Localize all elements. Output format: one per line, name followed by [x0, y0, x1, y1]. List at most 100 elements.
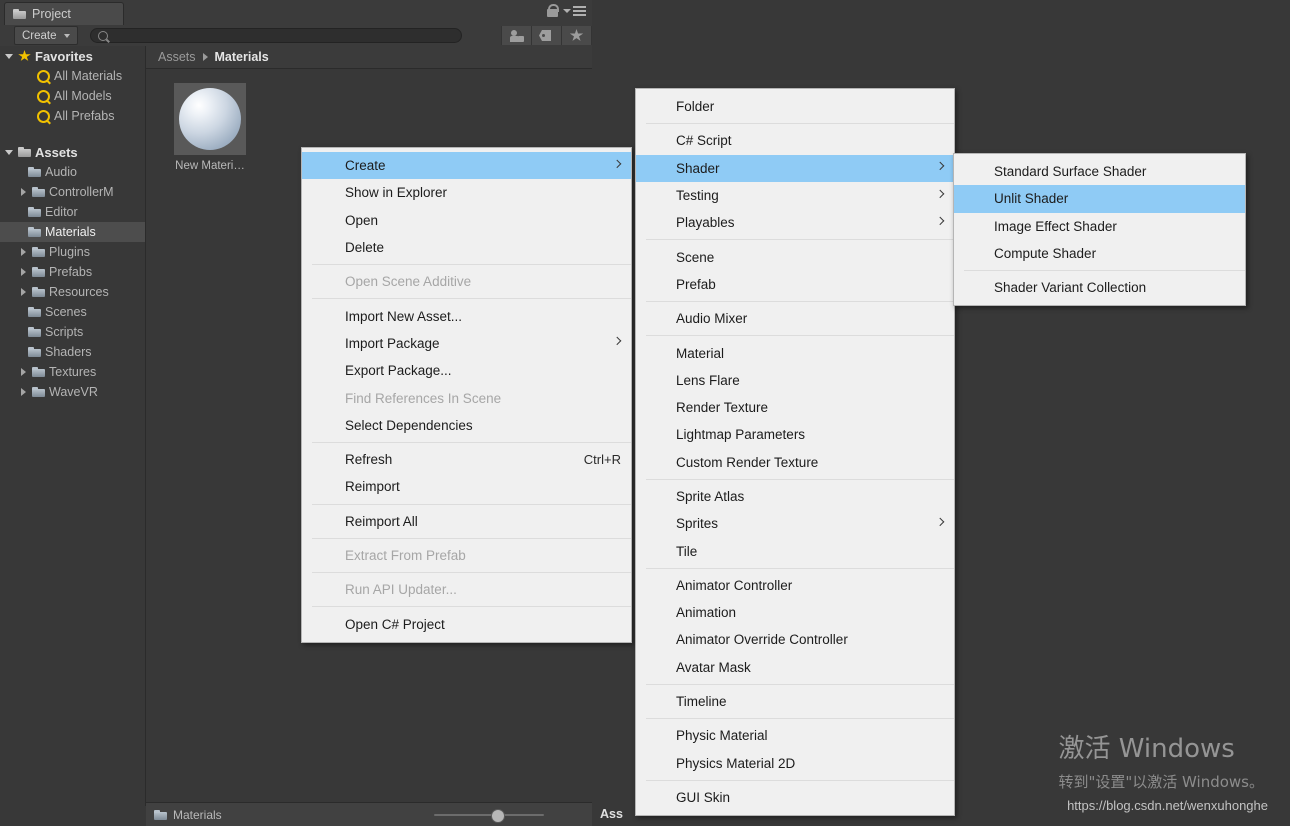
menu-item-delete[interactable]: Delete — [302, 234, 631, 261]
menu-item-image-effect-shader[interactable]: Image Effect Shader — [954, 213, 1245, 240]
context-menu-asset[interactable]: Create Show in Explorer Open Delete Open… — [301, 147, 632, 643]
menu-item-import-new-asset[interactable]: Import New Asset... — [302, 302, 631, 329]
tree-item-shaders[interactable]: Shaders — [0, 342, 145, 362]
chevron-right-icon[interactable] — [18, 368, 28, 376]
search-field[interactable] — [89, 28, 462, 43]
menu-item-animator-controller[interactable]: Animator Controller — [636, 572, 954, 599]
menu-item-physics-material-2d[interactable]: Physics Material 2D — [636, 750, 954, 777]
menu-item-sprite-atlas[interactable]: Sprite Atlas — [636, 483, 954, 510]
menu-item-sprites[interactable]: Sprites — [636, 510, 954, 537]
menu-item-animator-override-controller[interactable]: Animator Override Controller — [636, 626, 954, 653]
tree-item-label: Shaders — [45, 345, 92, 359]
menu-item-create[interactable]: Create — [302, 152, 631, 180]
tree-item-wavevr[interactable]: WaveVR — [0, 382, 145, 402]
tree-item-textures[interactable]: Textures — [0, 362, 145, 382]
menu-item-refresh[interactable]: Refresh Ctrl+R — [302, 446, 631, 473]
menu-item-physic-material[interactable]: Physic Material — [636, 722, 954, 749]
watermark-title: 激活 Windows — [1058, 734, 1235, 764]
tab-project-label: Project — [32, 7, 71, 21]
chevron-right-icon[interactable] — [18, 188, 28, 196]
menu-item-csharp-script[interactable]: C# Script — [636, 127, 954, 154]
filter-by-type-button[interactable] — [501, 26, 531, 45]
asset-thumbnail[interactable] — [174, 83, 246, 155]
menu-separator — [312, 537, 631, 539]
slider-knob[interactable] — [491, 809, 505, 823]
menu-item-compute-shader[interactable]: Compute Shader — [954, 240, 1245, 267]
menu-item-select-dependencies[interactable]: Select Dependencies — [302, 412, 631, 439]
breadcrumb: Assets Materials — [146, 46, 592, 69]
tree-group-assets[interactable]: Assets — [0, 142, 145, 162]
filter-by-label-button[interactable] — [531, 26, 561, 45]
menu-item-tile[interactable]: Tile — [636, 537, 954, 564]
tree-item-label: All Models — [54, 89, 112, 103]
menu-item-avatar-mask[interactable]: Avatar Mask — [636, 654, 954, 681]
menu-item-shader-variant-collection[interactable]: Shader Variant Collection — [954, 274, 1245, 301]
menu-item-export-package[interactable]: Export Package... — [302, 357, 631, 384]
thumbnail-size-slider[interactable] — [434, 809, 544, 823]
tree-item-all-materials[interactable]: All Materials — [0, 66, 145, 86]
tree-item-all-prefabs[interactable]: All Prefabs — [0, 106, 145, 126]
menu-separator — [312, 572, 631, 574]
menu-item-import-package[interactable]: Import Package — [302, 330, 631, 357]
asset-item-new-material[interactable]: New Materi… — [170, 83, 250, 172]
menu-item-animation[interactable]: Animation — [636, 599, 954, 626]
menu-item-custom-render-texture[interactable]: Custom Render Texture — [636, 449, 954, 476]
tree-item-plugins[interactable]: Plugins — [0, 242, 145, 262]
tree-item-all-models[interactable]: All Models — [0, 86, 145, 106]
chevron-right-icon[interactable] — [18, 388, 28, 396]
menu-item-lightmap-parameters[interactable]: Lightmap Parameters — [636, 421, 954, 448]
menu-separator — [964, 270, 1245, 272]
chevron-down-icon[interactable] — [4, 53, 14, 59]
tree-item-scenes[interactable]: Scenes — [0, 302, 145, 322]
submenu-shader[interactable]: Standard Surface Shader Unlit Shader Ima… — [953, 153, 1246, 307]
menu-item-find-references-in-scene: Find References In Scene — [302, 384, 631, 411]
tree-group-favorites[interactable]: Favorites — [0, 46, 145, 66]
menu-item-timeline[interactable]: Timeline — [636, 688, 954, 715]
menu-item-show-in-explorer[interactable]: Show in Explorer — [302, 179, 631, 206]
menu-item-prefab[interactable]: Prefab — [636, 271, 954, 298]
star-favorite-icon — [569, 29, 584, 41]
menu-item-lens-flare[interactable]: Lens Flare — [636, 367, 954, 394]
tree-item-audio[interactable]: Audio — [0, 162, 145, 182]
tree-item-materials[interactable]: Materials — [0, 222, 145, 242]
menu-item-folder[interactable]: Folder — [636, 93, 954, 120]
menu-item-open-csharp-project[interactable]: Open C# Project — [302, 610, 631, 637]
tab-project[interactable]: Project — [4, 2, 124, 25]
menu-item-reimport-all[interactable]: Reimport All — [302, 508, 631, 535]
breadcrumb-root[interactable]: Assets — [158, 50, 196, 64]
menu-item-reimport[interactable]: Reimport — [302, 473, 631, 500]
tree-item-prefabs[interactable]: Prefabs — [0, 262, 145, 282]
menu-item-scene[interactable]: Scene — [636, 243, 954, 270]
chevron-right-icon[interactable] — [18, 268, 28, 276]
menu-item-open[interactable]: Open — [302, 207, 631, 234]
lock-icon[interactable] — [547, 4, 559, 17]
menu-item-label: Prefab — [676, 276, 716, 292]
tree-item-editor[interactable]: Editor — [0, 202, 145, 222]
menu-separator — [646, 239, 954, 241]
tree-item-controllerm[interactable]: ControllerM — [0, 182, 145, 202]
project-tree[interactable]: Favorites All Materials All Models All P… — [0, 46, 146, 806]
chevron-right-icon[interactable] — [18, 288, 28, 296]
menu-item-gui-skin[interactable]: GUI Skin — [636, 784, 954, 811]
folder-icon — [28, 327, 41, 337]
menu-item-standard-surface-shader[interactable]: Standard Surface Shader — [954, 158, 1245, 185]
chevron-down-icon[interactable] — [4, 149, 14, 155]
menu-item-render-texture[interactable]: Render Texture — [636, 394, 954, 421]
menu-item-unlit-shader[interactable]: Unlit Shader — [954, 185, 1245, 213]
create-button[interactable]: Create — [14, 26, 78, 45]
chevron-right-icon[interactable] — [18, 248, 28, 256]
tree-item-resources[interactable]: Resources — [0, 282, 145, 302]
menu-item-audio-mixer[interactable]: Audio Mixer — [636, 305, 954, 332]
menu-item-playables[interactable]: Playables — [636, 209, 954, 236]
submenu-create[interactable]: Folder C# Script Shader Testing Playable… — [635, 88, 955, 817]
menu-item-testing[interactable]: Testing — [636, 182, 954, 209]
tree-item-scripts[interactable]: Scripts — [0, 322, 145, 342]
tab-assets-bottom[interactable]: Ass — [600, 802, 623, 826]
tree-item-label: Textures — [49, 365, 97, 379]
tree-item-label: All Prefabs — [54, 109, 115, 123]
menu-item-shader[interactable]: Shader — [636, 154, 954, 182]
filter-favorites-button[interactable] — [561, 26, 592, 45]
hamburger-menu-icon[interactable] — [563, 5, 586, 16]
menu-item-material[interactable]: Material — [636, 339, 954, 366]
search-input[interactable] — [112, 28, 447, 43]
